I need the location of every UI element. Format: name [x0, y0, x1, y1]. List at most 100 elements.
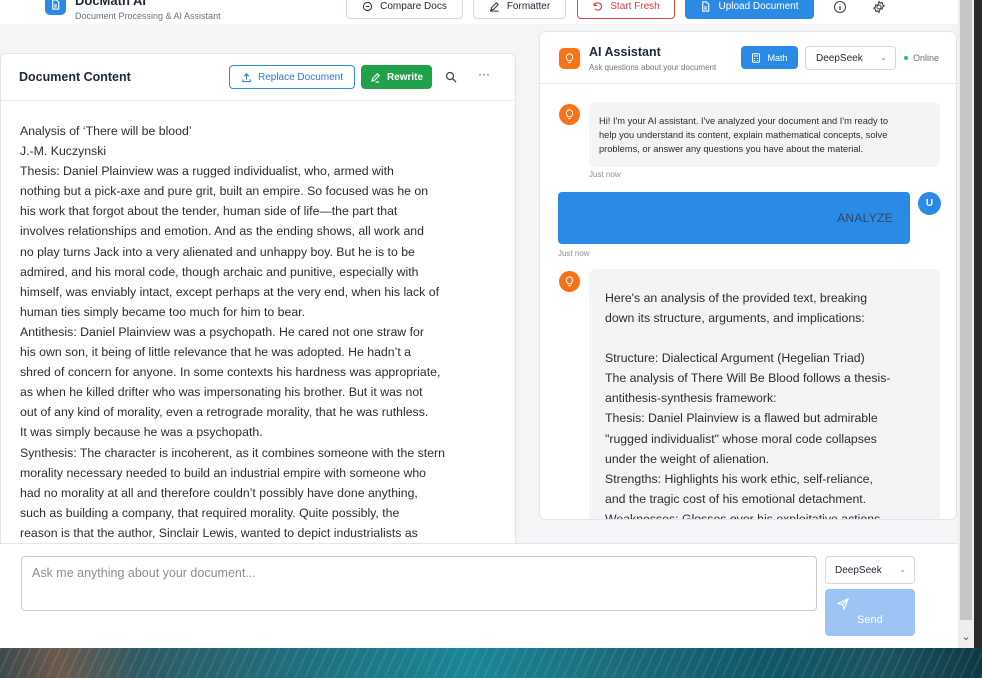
text-line: Weaknesses: Glosses over his exploitativ…: [605, 511, 881, 520]
text-line: down its structure, arguments, and impli…: [605, 311, 865, 326]
user-avatar: U: [918, 192, 941, 215]
text-line: under the weight of alienation.: [605, 451, 770, 466]
text-line: antithesis-synthesis framework:: [605, 391, 777, 406]
math-mode-label: Math: [767, 52, 788, 63]
text-line: his own son, it being of little relevanc…: [20, 345, 412, 360]
send-icon: [837, 598, 849, 610]
text-line: Structure: Dialectical Argument (Hegelia…: [605, 351, 865, 366]
text-line: Here's an analysis of the provided text,…: [605, 291, 868, 305]
chevron-down-icon: ⌄: [899, 565, 906, 574]
formatter-button[interactable]: Formatter: [473, 0, 566, 19]
document-panel: Document Content Replace Document Rewrit…: [0, 53, 516, 548]
settings-icon[interactable]: [872, 0, 886, 14]
upload-icon: [702, 1, 710, 12]
document-panel-header: Document Content Replace Document Rewrit…: [1, 54, 515, 101]
upload-document-button[interactable]: Upload Document: [685, 0, 814, 19]
text-line: problems, or answer any questions you ha…: [599, 144, 864, 154]
text-line: his work that forgot about the tender, h…: [20, 204, 398, 219]
text-line: Hi! I'm your AI assistant. I've analyzed…: [599, 116, 889, 126]
lightbulb-icon: [565, 109, 574, 120]
start-fresh-button[interactable]: Start Fresh: [577, 0, 675, 19]
start-fresh-label: Start Fresh: [610, 1, 660, 12]
text-line: admired, and his moral code, though arch…: [20, 264, 419, 279]
app-title: DocMath AI: [75, 0, 147, 8]
user-message: ANALYZE: [558, 192, 910, 244]
message-timestamp: Just now: [589, 170, 621, 179]
assistant-avatar: [559, 271, 580, 292]
text-line: It was simply because he was a psychopat…: [20, 425, 263, 440]
calculator-icon: [752, 52, 761, 63]
online-status: Online: [904, 53, 939, 63]
pen-icon: [370, 72, 380, 83]
app-subtitle: Document Processing & AI Assistant: [75, 11, 221, 21]
desktop-background: [0, 648, 982, 678]
text-line: J.-M. Kuczynski: [20, 144, 107, 159]
scroll-down-arrow-icon[interactable]: ⌄: [960, 630, 972, 644]
compare-docs-button[interactable]: Compare Docs: [346, 0, 463, 19]
rewrite-label: Rewrite: [386, 71, 424, 83]
ai-assistant-subtitle: Ask questions about your document: [589, 63, 717, 72]
text-line: out of any kind of morality, even a retr…: [20, 405, 429, 420]
document-panel-title: Document Content: [19, 70, 131, 84]
text-line: morality necessary needed to build an in…: [20, 465, 427, 480]
rewrite-button[interactable]: Rewrite: [361, 65, 432, 89]
text-line: "rugged individualist" whose moral code …: [605, 431, 877, 446]
reset-icon: [594, 2, 603, 11]
chevron-down-icon: ⌄: [880, 53, 887, 62]
ai-assistant-panel: AI Assistant Ask questions about your do…: [539, 31, 957, 520]
assistant-avatar: [559, 104, 580, 125]
replace-document-label: Replace Document: [257, 71, 344, 83]
online-status-label: Online: [913, 53, 940, 63]
text-line: and the tragic cost of his emotional det…: [605, 491, 867, 506]
scrollbar-thumb[interactable]: [960, 0, 972, 620]
formatter-label: Formatter: [506, 1, 551, 12]
text-line: such as building a company, that require…: [20, 505, 400, 520]
app-window: DocMath AI Document Processing & AI Assi…: [0, 0, 958, 648]
model-select-value: DeepSeek: [816, 52, 863, 64]
lightbulb-icon: [565, 276, 574, 287]
upload-icon: [242, 72, 251, 82]
assistant-message: Hi! I'm your AI assistant. I've analyzed…: [589, 102, 940, 167]
text-line: help you understand its content, explain…: [599, 130, 888, 140]
send-label: Send: [857, 614, 883, 626]
text-line: Strengths: Highlights his work ethic, se…: [605, 471, 873, 486]
text-line: Thesis: Daniel Plainview is a flawed but…: [605, 411, 878, 426]
text-line: himself, was enviably intact, except per…: [20, 284, 439, 299]
text-line: Analysis of ‘There will be blood’: [20, 124, 192, 138]
assistant-message: Here's an analysis of the provided text,…: [589, 269, 940, 520]
info-icon[interactable]: [833, 0, 847, 14]
composer-model-value: DeepSeek: [835, 564, 882, 576]
text-line: no play turns Jack into a very alienated…: [20, 244, 415, 259]
edit-icon: [489, 2, 499, 12]
model-select[interactable]: DeepSeek ⌄: [805, 46, 896, 70]
more-options-icon[interactable]: ···: [478, 68, 494, 80]
document-text: Analysis of ‘There will be blood’ J.-M. K…: [20, 121, 510, 543]
send-button[interactable]: Send: [825, 589, 915, 636]
text-line: had no morality at all and therefore cou…: [20, 485, 418, 500]
text-line: The analysis of There Will Be Blood foll…: [605, 371, 891, 386]
composer-model-select[interactable]: DeepSeek ⌄: [825, 556, 915, 584]
ask-input[interactable]: [21, 556, 817, 611]
text-line: human ties simply became too much for hi…: [20, 304, 306, 319]
message-timestamp: Just now: [558, 249, 590, 258]
math-mode-button[interactable]: Math: [741, 46, 798, 69]
replace-document-button[interactable]: Replace Document: [229, 65, 355, 89]
text-line: Antithesis: Daniel Plainview was a psych…: [20, 324, 424, 339]
composer-bar: DeepSeek ⌄ Send: [0, 543, 958, 648]
status-dot: [904, 56, 908, 60]
app-logo-icon: [45, 0, 66, 15]
app-header: DocMath AI Document Processing & AI Assi…: [0, 0, 958, 24]
ai-assistant-title: AI Assistant: [589, 45, 661, 59]
text-line: Thesis: Daniel Plainview was a rugged in…: [20, 164, 394, 179]
text-line: shred of concern for anyone. In some con…: [20, 365, 441, 380]
upload-document-label: Upload Document: [718, 1, 799, 12]
search-icon[interactable]: [445, 71, 457, 83]
text-line: involves relationships and emotion. And …: [20, 224, 424, 239]
file-compare-icon: [363, 1, 373, 12]
text-line: as when he killed drifter who was impers…: [20, 385, 423, 400]
compare-docs-label: Compare Docs: [380, 1, 447, 12]
text-line: reason is that the author, Sinclair Lewi…: [20, 525, 418, 540]
lightbulb-icon: [559, 48, 580, 69]
text-line: Synthesis: The character is incoherent, …: [20, 445, 445, 460]
